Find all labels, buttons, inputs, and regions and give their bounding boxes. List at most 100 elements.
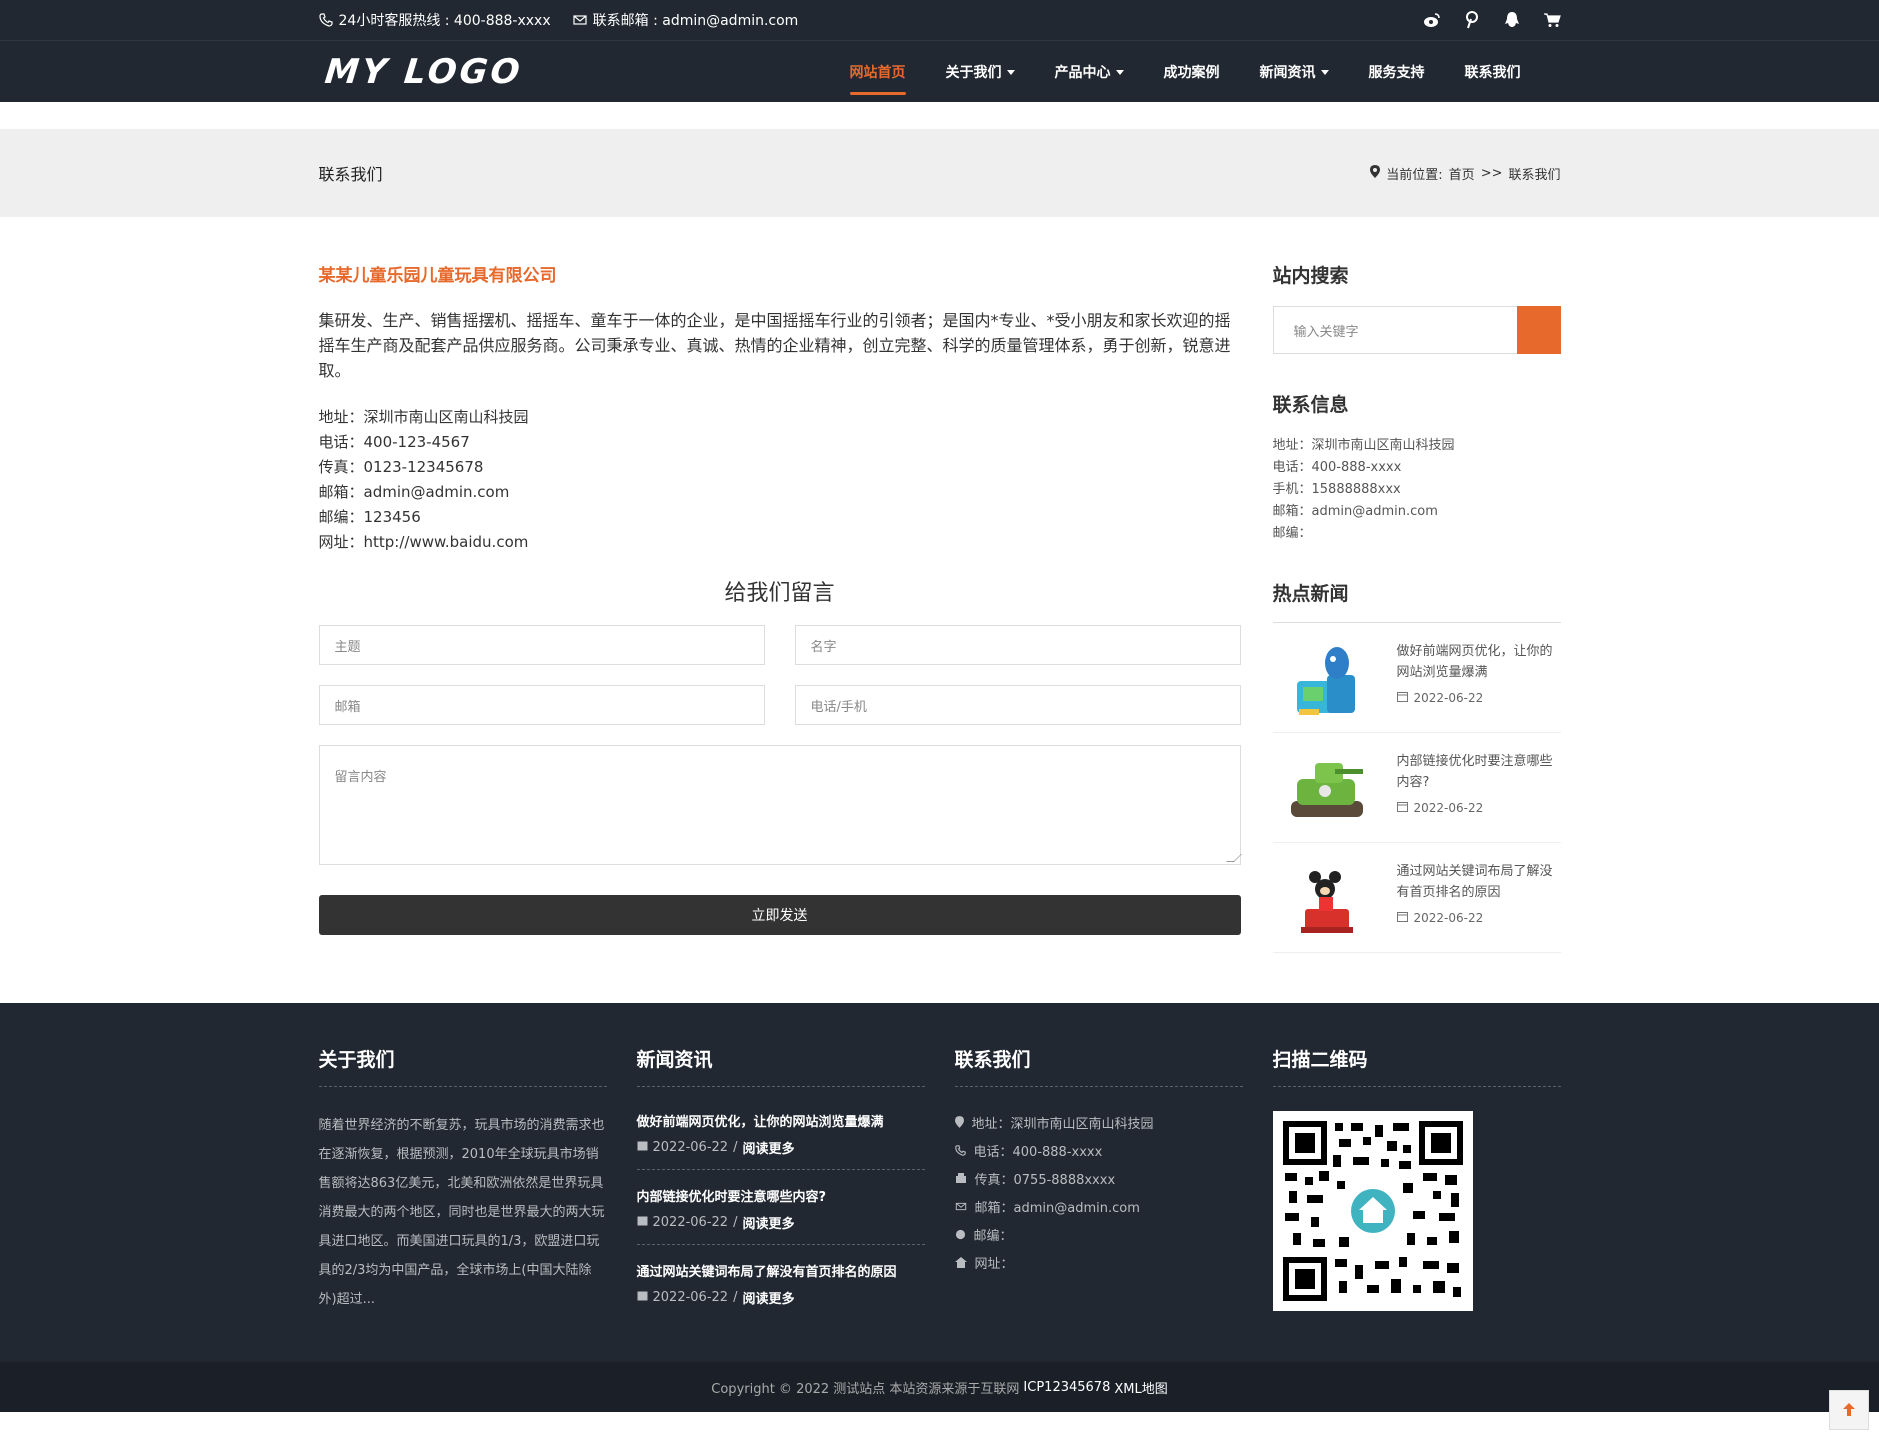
footer-contact: 联系我们 地址：深圳市南山区南山科技园 电话：400-888-xxxx 传真：0…: [954, 1045, 1243, 1335]
hot-news-date: 2022-06-22: [1396, 801, 1561, 815]
nav-item-support[interactable]: 服务支持: [1349, 41, 1445, 103]
phone-icon: [318, 13, 333, 27]
back-to-top-button[interactable]: [1829, 1390, 1869, 1430]
sidebar-phone: 电话：400-888-xxxx: [1272, 460, 1402, 475]
contact-info: 地址：深圳市南山区南山科技园 电话：400-888-xxxx 手机：158888…: [1273, 435, 1561, 545]
sidebar-postcode: 邮编：: [1272, 526, 1312, 541]
date-text: 2022-06-22: [1413, 801, 1484, 815]
hot-news-item[interactable]: 通过网站关键词布局了解没有首页排名的原因 2022-06-22: [1272, 843, 1561, 953]
footer-contact-postcode: 邮编：: [955, 1223, 1243, 1251]
social-links: [1423, 11, 1561, 29]
envelope-icon: [573, 13, 587, 27]
date-text: 2022-06-22: [1413, 691, 1484, 705]
search-input[interactable]: 输入关键字: [1272, 306, 1517, 354]
nav-item-about[interactable]: 关于我们: [926, 41, 1035, 103]
footer-contact-heading: 联系我们: [954, 1045, 1243, 1087]
nav-item-cases[interactable]: 成功案例: [1144, 41, 1240, 103]
footer-contact-phone: 电话：400-888-xxxx: [954, 1139, 1243, 1167]
qr-code: [1272, 1111, 1473, 1311]
nav-item-home[interactable]: 网站首页: [830, 41, 926, 103]
phone-input[interactable]: 电话/手机: [794, 685, 1241, 725]
breadcrumb-current[interactable]: 联系我们: [1508, 164, 1560, 183]
sidebar-email: 邮箱：admin@admin.com: [1272, 504, 1438, 519]
hot-news-title[interactable]: 通过网站关键词布局了解没有首页排名的原因: [1397, 861, 1561, 903]
meta-separator: /: [733, 1290, 738, 1305]
message-textarea[interactable]: 留言内容: [318, 745, 1242, 865]
message-form-title: 给我们留言: [724, 581, 835, 606]
read-more-link[interactable]: 阅读更多: [742, 1213, 794, 1232]
caret-down-icon: [1006, 69, 1015, 75]
news-thumbnail[interactable]: [1285, 641, 1369, 721]
breadcrumb: 当前位置: 首页 >> 联系我们: [1370, 164, 1561, 183]
sitemap-link[interactable]: XML地图: [1114, 1378, 1167, 1397]
footer-news-title[interactable]: 内部链接优化时要注意哪些内容?: [637, 1186, 925, 1205]
hot-news-item[interactable]: 内部链接优化时要注意哪些内容? 2022-06-22: [1272, 733, 1561, 843]
hot-news-date: 2022-06-22: [1396, 691, 1561, 705]
map-marker-icon: [1370, 164, 1381, 182]
icp-link[interactable]: ICP12345678: [1023, 1380, 1110, 1395]
read-more-link[interactable]: 阅读更多: [742, 1138, 794, 1157]
subject-input[interactable]: 主题: [318, 625, 765, 665]
calendar-icon: [637, 1140, 648, 1155]
breadcrumb-home[interactable]: 首页: [1449, 164, 1475, 183]
footer-contact-website: 网址：: [954, 1251, 1243, 1279]
envelope-icon: [955, 1195, 967, 1223]
contact-text: 网址：: [974, 1257, 1014, 1272]
copyright-text: Copyright © 2022 测试站点 本站资源来源于互联网: [711, 1381, 1020, 1397]
form-row: 邮箱 电话/手机: [318, 685, 1241, 725]
hot-news-item[interactable]: 做好前端网页优化，让你的网站浏览量爆满 2022-06-22: [1272, 623, 1561, 733]
name-input[interactable]: 名字: [794, 625, 1241, 665]
home-icon: [954, 1251, 967, 1279]
email-line: 邮箱：admin@admin.com: [318, 483, 510, 501]
submit-button[interactable]: 立即发送: [318, 895, 1241, 935]
nav-item-products[interactable]: 产品中心: [1035, 41, 1144, 103]
date-text: 2022-06-22: [652, 1140, 729, 1155]
top-bar: 24小时客服热线 : 400-888-xxxx 联系邮箱 : admin@adm…: [0, 0, 1879, 40]
nav-item-news[interactable]: 新闻资讯: [1240, 41, 1349, 103]
contact-text: 传真：0755-8888xxxx: [974, 1173, 1116, 1188]
footer-news-title[interactable]: 通过网站关键词布局了解没有首页排名的原因: [637, 1261, 925, 1280]
cart-icon[interactable]: [1543, 11, 1561, 29]
site-search: 输入关键字: [1272, 306, 1561, 354]
contact-text: 地址：深圳市南山区南山科技园: [971, 1117, 1154, 1132]
main-content: 某某儿童乐园儿童玩具有限公司 集研发、生产、销售摇摆机、摇摇车、童车于一体的企业…: [0, 217, 1879, 953]
caret-down-icon: [1115, 69, 1124, 75]
footer-news-item: 做好前端网页优化，让你的网站浏览量爆满 2022-06-22 / 阅读更多: [636, 1111, 925, 1170]
sidebar-address: 地址：深圳市南山区南山科技园: [1272, 438, 1455, 453]
footer-about: 关于我们 随着世界经济的不断复苏，玩具市场的消费需求也在逐渐恢复，根据预测，20…: [318, 1045, 607, 1335]
read-more-link[interactable]: 阅读更多: [742, 1288, 794, 1307]
weibo-icon[interactable]: [1423, 11, 1441, 29]
footer-news-heading: 新闻资讯: [636, 1045, 925, 1087]
search-heading: 站内搜索: [1272, 265, 1349, 287]
hotline-text: 24小时客服热线 : 400-888-xxxx: [338, 13, 551, 29]
map-marker-icon: [954, 1111, 964, 1139]
footer-news-title[interactable]: 做好前端网页优化，让你的网站浏览量爆满: [637, 1111, 925, 1130]
page-title: 联系我们: [318, 165, 383, 184]
fax-line: 传真：0123-12345678: [318, 458, 484, 476]
email-input[interactable]: 邮箱: [318, 685, 765, 725]
email-text[interactable]: 联系邮箱 : admin@admin.com: [593, 10, 799, 30]
nav-item-label: 关于我们: [945, 65, 1002, 81]
nav-item-label: 成功案例: [1163, 65, 1220, 81]
fax-icon: [955, 1167, 967, 1195]
calendar-icon: [1396, 911, 1408, 925]
search-button[interactable]: [1516, 306, 1561, 354]
pinterest-icon[interactable]: [1463, 11, 1481, 29]
footer-about-text: 随着世界经济的不断复苏，玩具市场的消费需求也在逐渐恢复，根据预测，2010年全球…: [318, 1118, 605, 1307]
company-name: 某某儿童乐园儿童玩具有限公司: [318, 266, 557, 286]
hot-news-title[interactable]: 内部链接优化时要注意哪些内容?: [1397, 751, 1561, 793]
footer-news-item: 内部链接优化时要注意哪些内容? 2022-06-22 / 阅读更多: [636, 1186, 925, 1245]
site-logo[interactable]: MY LOGO: [322, 52, 524, 92]
hot-news-title[interactable]: 做好前端网页优化，让你的网站浏览量爆满: [1397, 641, 1561, 683]
main-nav: MY LOGO 网站首页 关于我们 产品中心 成功案例 新闻资讯 服务支持 联系…: [0, 40, 1879, 102]
nav-item-contact[interactable]: 联系我们: [1445, 41, 1541, 103]
news-thumbnail[interactable]: [1285, 861, 1369, 941]
news-thumbnail[interactable]: [1285, 751, 1369, 831]
date-text: 2022-06-22: [1413, 911, 1484, 925]
contact-article: 某某儿童乐园儿童玩具有限公司 集研发、生产、销售摇摆机、摇摇车、童车于一体的企业…: [318, 261, 1242, 953]
date-text: 2022-06-22: [652, 1290, 729, 1305]
qq-icon[interactable]: [1503, 11, 1521, 29]
email-info: 联系邮箱 : admin@admin.com: [573, 10, 799, 30]
page-banner: 联系我们 当前位置: 首页 >> 联系我们: [0, 129, 1879, 217]
resize-grip-icon[interactable]: [1225, 854, 1242, 862]
